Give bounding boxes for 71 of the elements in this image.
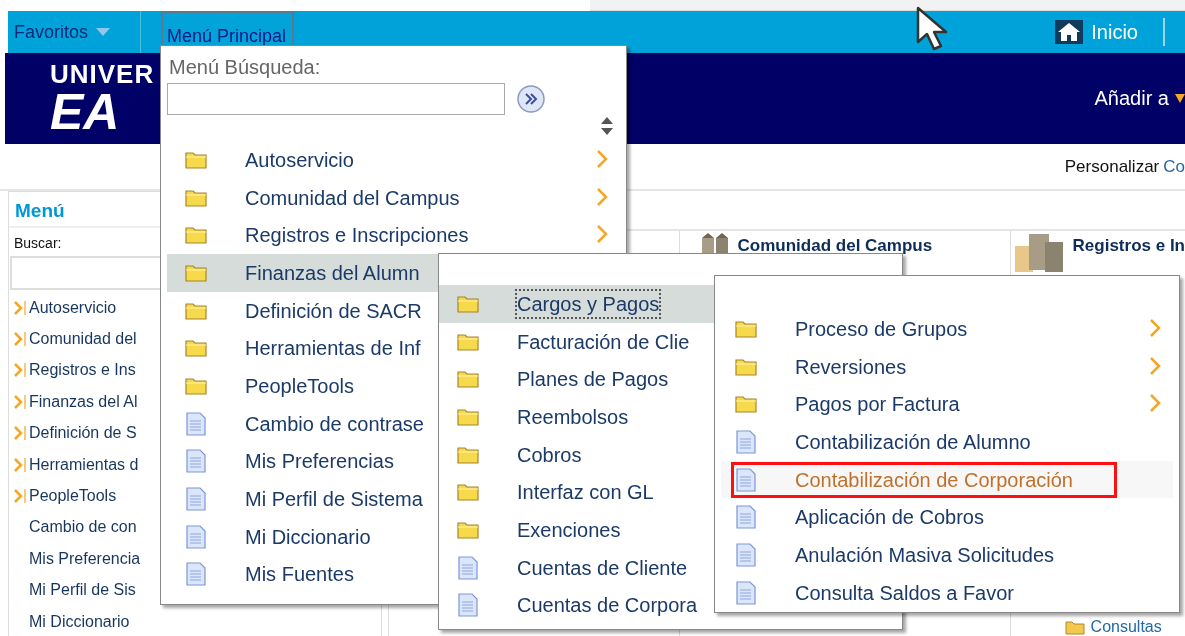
document-icon <box>457 593 479 618</box>
folder-icon <box>735 357 757 376</box>
folder-icon <box>457 520 479 539</box>
menu-link[interactable]: Autoservicio <box>29 298 117 317</box>
search-label: Buscar: <box>13 234 63 253</box>
menu-item[interactable]: Consulta Saldos a Favor <box>721 573 1173 612</box>
go-button[interactable] <box>517 85 545 113</box>
menu-link[interactable]: Mi Diccionario <box>29 612 130 631</box>
document-icon <box>185 487 207 512</box>
document-icon <box>735 542 757 567</box>
chevron-icon <box>13 393 27 410</box>
document-icon <box>457 555 479 580</box>
document-icon <box>185 411 207 436</box>
menu-link[interactable]: Finanzas del Al <box>29 392 138 411</box>
menu-item[interactable]: Aplicación de Cobros <box>721 498 1173 537</box>
folder-icon <box>185 301 207 320</box>
menu-link[interactable]: Mi Perfil de Sis <box>29 581 136 600</box>
consultas-link[interactable]: Consultas <box>1090 618 1162 636</box>
menu-link[interactable]: PeopleTools <box>29 487 117 506</box>
university-logo: UNIVER EA <box>50 60 155 137</box>
document-icon <box>185 449 207 474</box>
menu-item[interactable]: Reversiones <box>721 347 1173 386</box>
caret-icon <box>96 28 111 36</box>
pagelet-title[interactable]: Registros e In <box>1072 236 1185 256</box>
menu-item[interactable]: Autoservicio <box>167 141 626 179</box>
personalize-label: Personalizar <box>1064 156 1160 177</box>
menu-link[interactable]: Cambio de con <box>29 518 137 537</box>
folder-icon <box>1064 619 1085 635</box>
folder-icon <box>457 370 479 389</box>
home-icon[interactable] <box>1055 20 1084 44</box>
folder-icon <box>457 407 479 426</box>
folder-icon <box>735 319 757 338</box>
menu-link[interactable]: Comunidad del <box>29 330 137 349</box>
folder-icon <box>457 483 479 502</box>
menu-item[interactable]: Contabilización de Corporación <box>721 460 1173 499</box>
menu-link[interactable]: Herramientas d <box>29 455 139 474</box>
folder-icon <box>185 226 207 245</box>
chevron-icon <box>13 488 27 505</box>
pagelet-title[interactable]: Comunidad del Campus <box>737 236 933 256</box>
menu-link[interactable]: Mis Preferencia <box>29 549 141 568</box>
folder-icon <box>457 445 479 464</box>
document-icon <box>735 429 757 454</box>
document-icon <box>735 467 757 492</box>
folder-icon <box>457 332 479 351</box>
folder-icon <box>185 376 207 395</box>
document-icon <box>735 580 757 605</box>
menu-link[interactable]: Registros e Ins <box>29 361 136 380</box>
menu-item[interactable]: Anulación Masiva Solicitudes <box>721 536 1173 574</box>
menu-link[interactable]: Definición de S <box>29 424 137 443</box>
chevron-icon <box>13 456 27 473</box>
document-icon <box>185 562 207 587</box>
folder-icon <box>457 294 479 313</box>
sort-icon[interactable] <box>601 117 613 135</box>
folder-icon <box>185 150 207 169</box>
chevron-icon <box>13 425 27 442</box>
chevron-icon <box>13 299 27 316</box>
folder-icon <box>735 395 757 414</box>
caret-icon <box>1175 93 1185 104</box>
chevron-icon <box>13 331 27 348</box>
document-icon <box>735 505 757 530</box>
menu-item[interactable]: Pagos por Factura <box>721 385 1173 424</box>
folder-icon <box>185 339 207 358</box>
folder-icon <box>185 188 207 207</box>
chevron-icon <box>13 362 27 379</box>
menu-search-label: Menú Búsqueda: <box>168 56 322 79</box>
personalize-link[interactable]: Co <box>1163 156 1185 177</box>
folder-icon <box>185 263 207 282</box>
document-icon <box>185 524 207 549</box>
add-to-menu[interactable]: Añadir a <box>1094 87 1169 110</box>
menu-search-field[interactable] <box>167 83 505 115</box>
menu-item[interactable]: Contabilización de Alumno <box>721 423 1173 461</box>
